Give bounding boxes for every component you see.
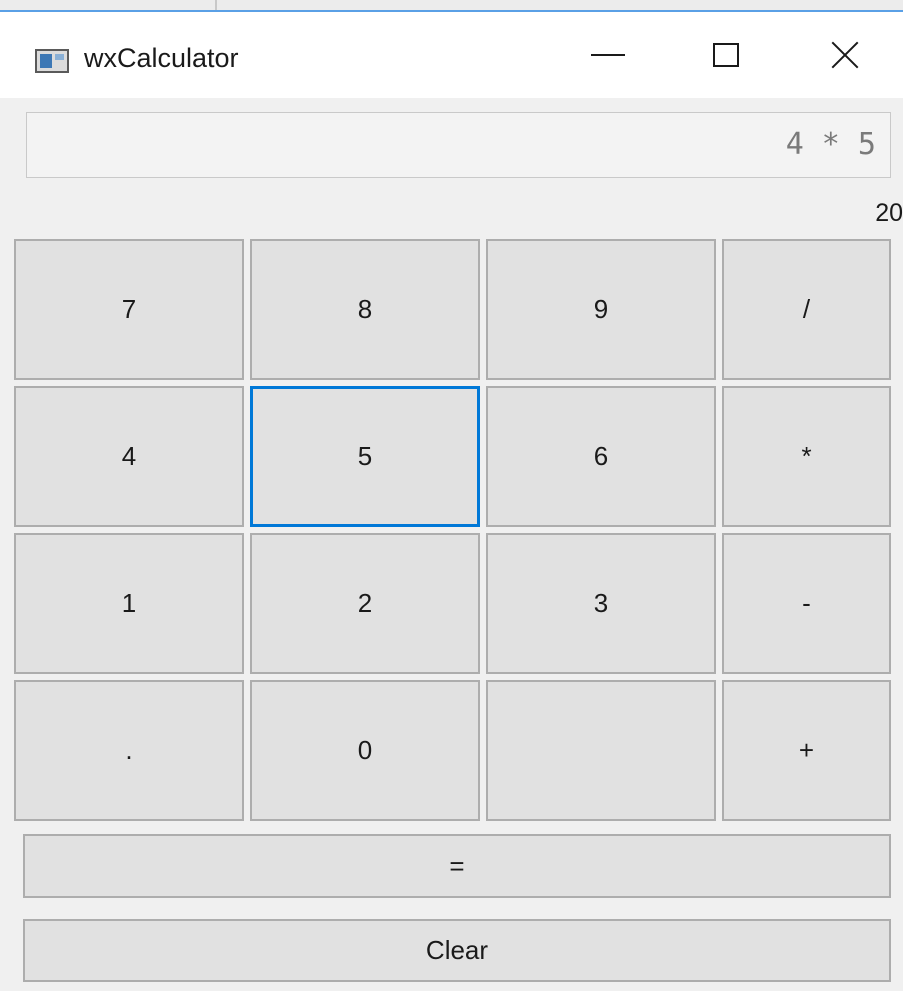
minimize-icon — [591, 54, 625, 56]
result-label: 20 — [875, 199, 903, 227]
key-multiply[interactable]: * — [722, 386, 891, 527]
maximize-button[interactable] — [676, 12, 776, 98]
app-icon-pane-small — [55, 54, 64, 60]
window-title: wxCalculator — [84, 43, 239, 73]
key-2[interactable]: 2 — [250, 533, 480, 674]
key-subtract[interactable]: - — [722, 533, 891, 674]
key-4[interactable]: 4 — [14, 386, 244, 527]
close-button[interactable] — [795, 12, 895, 98]
key-divide[interactable]: / — [722, 239, 891, 380]
key-decimal[interactable]: . — [14, 680, 244, 821]
app-window-icon — [35, 49, 69, 73]
key-1[interactable]: 1 — [14, 533, 244, 674]
key-add[interactable]: + — [722, 680, 891, 821]
maximize-icon — [713, 43, 739, 67]
key-5[interactable]: 5 — [250, 386, 480, 527]
close-icon — [830, 40, 860, 70]
app-icon-pane — [40, 54, 52, 68]
key-3[interactable]: 3 — [486, 533, 716, 674]
key-7[interactable]: 7 — [14, 239, 244, 380]
key-blank[interactable] — [486, 680, 716, 821]
background-strip — [0, 0, 903, 12]
equals-button[interactable]: = — [23, 834, 891, 898]
key-8[interactable]: 8 — [250, 239, 480, 380]
keypad: 7 8 9 / 4 5 6 * 1 2 3 - . 0 + — [14, 239, 903, 821]
key-0[interactable]: 0 — [250, 680, 480, 821]
key-9[interactable]: 9 — [486, 239, 716, 380]
key-6[interactable]: 6 — [486, 386, 716, 527]
expression-display[interactable]: 4 * 5 — [26, 112, 891, 178]
clear-button[interactable]: Clear — [23, 919, 891, 982]
minimize-button[interactable] — [558, 12, 658, 98]
calculator-window: wxCalculator 4 * 5 20 7 8 9 / 4 5 6 * 1 … — [0, 0, 903, 991]
